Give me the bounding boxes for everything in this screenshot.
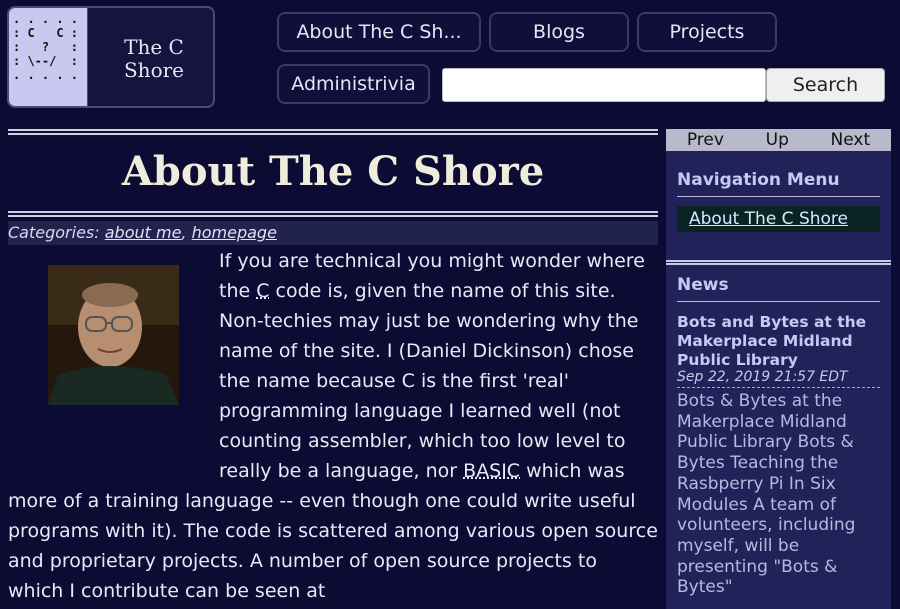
pager-prev-link[interactable]: Prev	[687, 129, 724, 151]
body-text-2: code is, given the name of this site. No…	[219, 280, 638, 482]
category-link-homepage[interactable]: homepage	[192, 223, 277, 242]
basic-abbreviation: BASIC	[463, 460, 520, 482]
pager: Prev Up Next	[666, 129, 891, 151]
photo-spacer	[8, 246, 219, 472]
pager-up-link[interactable]: Up	[766, 129, 789, 151]
pager-next-link[interactable]: Next	[831, 129, 871, 151]
nav-administrivia-button[interactable]: Administrivia	[277, 64, 430, 104]
site-title-line2: Shore	[124, 58, 184, 82]
site-logo[interactable]: . . . . . : C C : : ? : : \--/ : . . . .…	[7, 6, 215, 108]
nav-blogs-button[interactable]: Blogs	[489, 12, 629, 52]
sidebar: Prev Up Next Navigation Menu About The C…	[666, 129, 891, 609]
news-item-body: Bots & Bytes at the Makerplace Midland P…	[677, 391, 882, 598]
c-abbreviation: C	[256, 280, 269, 302]
navigation-menu-heading: Navigation Menu	[677, 170, 880, 197]
site-title: The C Shore	[99, 36, 209, 82]
menu-item-about[interactable]: About The C Shore	[677, 206, 880, 232]
title-top-rule	[8, 129, 658, 135]
sidebar-separator	[666, 260, 891, 265]
search-button[interactable]: Search	[766, 68, 885, 102]
news-heading: News	[677, 275, 880, 302]
news-item-date: Sep 22, 2019 21:57 EDT	[677, 368, 880, 388]
site-title-line1: The C	[124, 35, 184, 59]
news-item-title[interactable]: Bots and Bytes at the Makerplace Midland…	[677, 313, 882, 370]
categories-label: Categories:	[8, 223, 100, 242]
search-input[interactable]	[442, 68, 766, 102]
nav-projects-button[interactable]: Projects	[637, 12, 777, 52]
category-link-about-me[interactable]: about me	[105, 223, 182, 242]
page-title: About The C Shore	[8, 148, 658, 196]
article-body: If you are technical you might wonder wh…	[8, 246, 658, 606]
title-bottom-rule	[8, 211, 658, 217]
logo-ascii-art: . . . . . : C C : : ? : : \--/ : . . . .…	[13, 12, 78, 82]
categories-bar: Categories: about me, homepage	[8, 221, 658, 245]
ascii-face-logo-icon: . . . . . : C C : : ? : : \--/ : . . . .…	[9, 8, 88, 108]
nav-about-button[interactable]: About The C Sh...	[277, 12, 481, 52]
